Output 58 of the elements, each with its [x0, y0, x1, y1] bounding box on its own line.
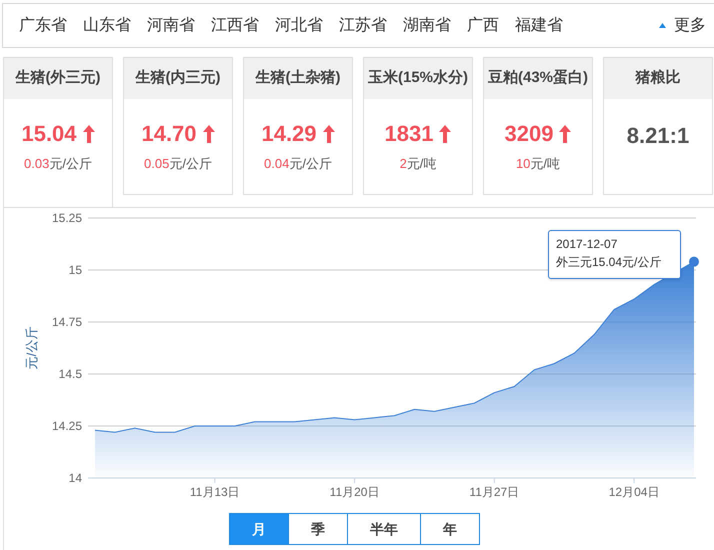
price-change: 10 — [516, 155, 530, 173]
card-title: 豆粕(43%蛋白) — [484, 58, 592, 99]
y-tick-label: 15 — [68, 263, 82, 277]
up-arrow-icon — [82, 124, 95, 142]
price-unit: 元/吨 — [406, 155, 436, 173]
price-value: 3209 — [504, 120, 554, 148]
up-arrow-icon — [322, 124, 335, 142]
province-link[interactable]: 福建省 — [515, 14, 563, 38]
tooltip-date: 2017-12-07 — [556, 236, 618, 253]
tooltip-value: 外三元15.04元/公斤 — [556, 254, 662, 271]
price-change: 0.04 — [264, 155, 290, 173]
price-value: 1831 — [384, 120, 434, 148]
price-unit: 元/公斤 — [289, 155, 332, 173]
more-link[interactable]: 更多 — [674, 14, 706, 38]
x-tick-label: 11月13日 — [190, 485, 240, 499]
y-tick-label: 14.75 — [52, 315, 82, 329]
up-arrow-icon — [439, 124, 452, 142]
ratio-value: 8.21:1 — [626, 122, 690, 150]
price-unit: 元/公斤 — [49, 155, 92, 173]
price-change: 0.03 — [24, 155, 50, 173]
price-card[interactable]: 生猪(土杂猪) 14.29 0.04元/公斤 — [243, 57, 353, 195]
card-title: 生猪(内三元) — [124, 58, 232, 99]
card-title: 猪粮比 — [604, 58, 712, 99]
x-tick-label: 11月20日 — [330, 485, 380, 499]
up-arrow-icon — [202, 124, 215, 142]
y-axis-title: 元/公斤 — [24, 326, 39, 370]
card-title: 生猪(土杂猪) — [244, 58, 352, 99]
province-link[interactable]: 广东省 — [19, 14, 67, 38]
price-card[interactable]: 猪粮比 8.21:1 — [603, 57, 713, 195]
card-title: 玉米(15%水分) — [364, 58, 472, 99]
province-link[interactable]: 山东省 — [83, 14, 131, 38]
up-arrow-icon — [559, 124, 572, 142]
y-tick-label: 15.25 — [52, 211, 82, 225]
province-link[interactable]: 广西 — [467, 14, 499, 38]
province-link[interactable]: 江苏省 — [339, 14, 387, 38]
price-unit: 元/公斤 — [169, 155, 212, 173]
price-value: 15.04 — [21, 120, 77, 148]
x-tick-label: 12月04日 — [608, 485, 660, 499]
x-tick-label: 11月27日 — [469, 485, 520, 499]
price-value: 14.29 — [261, 120, 317, 148]
y-tick-label: 14.5 — [58, 367, 82, 381]
price-unit: 元/吨 — [530, 155, 560, 173]
price-change: 0.05 — [144, 155, 170, 173]
province-link[interactable]: 江西省 — [211, 14, 259, 38]
price-value: 14.70 — [141, 120, 197, 148]
card-title: 生猪(外三元) — [4, 58, 112, 99]
y-tick-label: 14.25 — [52, 419, 82, 433]
y-tick-label: 14 — [68, 471, 82, 485]
price-card[interactable]: 豆粕(43%蛋白) 3209 10元/吨 — [483, 57, 593, 195]
price-change: 2 — [400, 155, 407, 173]
price-card[interactable]: 玉米(15%水分) 1831 2元/吨 — [363, 57, 473, 195]
province-link[interactable]: 河南省 — [147, 14, 195, 38]
price-card[interactable]: 生猪(外三元) 15.04 0.03元/公斤 — [3, 57, 113, 207]
province-link[interactable]: 湖南省 — [403, 14, 451, 38]
caret-up-icon — [659, 23, 666, 28]
price-card[interactable]: 生猪(内三元) 14.70 0.05元/公斤 — [123, 57, 233, 195]
province-link[interactable]: 河北省 — [275, 14, 323, 38]
data-point — [689, 256, 699, 267]
